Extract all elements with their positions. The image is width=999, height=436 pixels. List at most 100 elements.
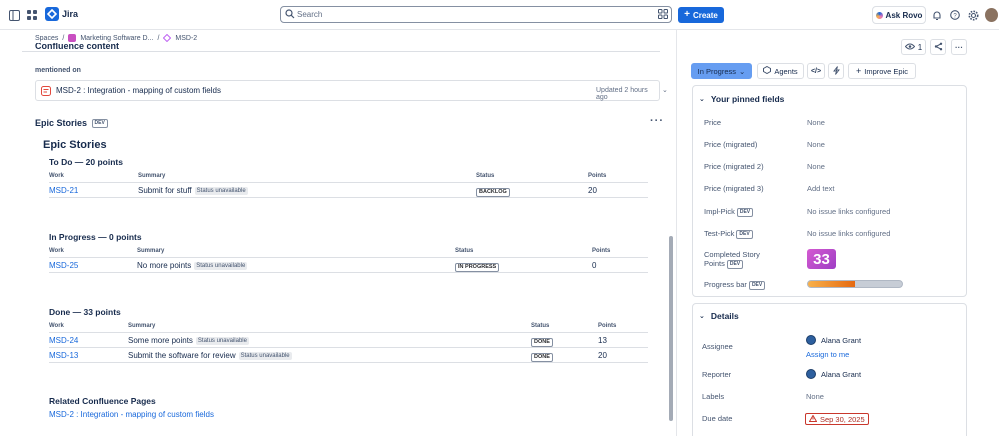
user-avatar[interactable] bbox=[985, 8, 998, 22]
share-button[interactable] bbox=[930, 39, 946, 55]
automation-button[interactable] bbox=[828, 63, 844, 79]
notifications-bell-icon[interactable] bbox=[930, 8, 944, 22]
related-page-link[interactable]: MSD-2 : Integration - mapping of custom … bbox=[49, 410, 214, 419]
assign-to-me-link[interactable]: Assign to me bbox=[806, 350, 849, 359]
avatar bbox=[806, 335, 816, 345]
column-header: Summary bbox=[138, 173, 166, 179]
status-unavailable-tag: Status unavailable bbox=[194, 186, 248, 195]
dev-badge: DEV bbox=[748, 280, 766, 290]
status-lozenge: IN PROGRESS bbox=[455, 263, 500, 272]
confluence-content-heading: Confluence content bbox=[35, 43, 120, 51]
due-date-value[interactable]: Sep 30, 2025 bbox=[805, 413, 869, 425]
points-cell: 20 bbox=[598, 351, 607, 360]
code-icon: </> bbox=[810, 67, 822, 75]
watch-button[interactable]: 1 bbox=[901, 39, 926, 55]
dev-badge: DEV bbox=[726, 259, 744, 269]
field-value-impl-pick[interactable]: No issue links configured bbox=[807, 207, 890, 216]
status-dropdown-button[interactable]: In Progress ⌄ bbox=[691, 63, 752, 79]
pinned-fields-header[interactable]: ⌄ Your pinned fields bbox=[699, 94, 784, 104]
points-cell: 0 bbox=[592, 261, 597, 270]
scrollbar[interactable] bbox=[669, 236, 673, 421]
column-header: Status bbox=[531, 323, 550, 329]
column-header: Points bbox=[598, 323, 617, 329]
field-value-price[interactable]: None bbox=[807, 118, 825, 127]
status-lozenge: DONE bbox=[531, 353, 553, 362]
confluence-page-icon bbox=[41, 86, 51, 96]
table-row: MSD-25 No more points Status unavailable … bbox=[49, 258, 648, 273]
mention-title[interactable]: MSD-2 : Integration - mapping of custom … bbox=[56, 86, 221, 95]
column-header: Points bbox=[592, 248, 611, 254]
field-label-impl-pick: Impl-Pick DEV bbox=[704, 207, 754, 217]
watch-count: 1 bbox=[917, 42, 923, 52]
group-title-in-progress: In Progress — 0 points bbox=[49, 232, 142, 242]
more-actions-button[interactable]: ··· bbox=[951, 39, 967, 55]
issue-summary: Submit for stuff Status unavailable bbox=[138, 186, 248, 195]
app-switcher-icon[interactable] bbox=[25, 8, 39, 22]
dev-badge: DEV bbox=[736, 207, 754, 217]
improve-epic-label: Improve Epic bbox=[864, 66, 909, 76]
jira-logo-icon[interactable] bbox=[45, 7, 59, 21]
issue-key-link[interactable]: MSD-13 bbox=[49, 351, 78, 360]
breadcrumb-issue[interactable]: MSD-2 bbox=[175, 35, 197, 42]
agents-icon bbox=[763, 65, 772, 76]
code-button[interactable]: </> bbox=[807, 63, 825, 79]
field-label-reporter: Reporter bbox=[702, 370, 732, 379]
issue-summary: Submit the software for review Status una… bbox=[128, 351, 292, 360]
epic-stories-title: Epic Stories bbox=[43, 139, 107, 151]
field-label-price-migrated-2: Price (migrated 2) bbox=[704, 162, 764, 171]
field-value-labels[interactable]: None bbox=[806, 392, 824, 401]
plus-icon: + bbox=[684, 9, 690, 20]
table-row: MSD-13 Submit the software for review Sta… bbox=[49, 348, 648, 363]
status-unavailable-tag: Status unavailable bbox=[194, 261, 248, 270]
sidebar-toggle-icon[interactable] bbox=[7, 8, 21, 22]
field-label-test-pick: Test-Pick DEV bbox=[704, 229, 753, 239]
settings-gear-icon[interactable] bbox=[966, 8, 980, 22]
assignee-value[interactable]: Alana Grant bbox=[806, 335, 861, 345]
chevron-down-icon: ⌄ bbox=[699, 313, 705, 320]
details-header[interactable]: ⌄ Details bbox=[699, 311, 739, 321]
issue-key-link[interactable]: MSD-25 bbox=[49, 261, 78, 270]
app-name[interactable]: Jira bbox=[62, 9, 78, 19]
search-input[interactable]: Search bbox=[280, 6, 672, 23]
column-header: Summary bbox=[128, 323, 156, 329]
agents-button[interactable]: Agents bbox=[757, 63, 804, 79]
ask-rovo-label: Ask Rovo bbox=[885, 10, 923, 20]
improve-epic-button[interactable]: + Improve Epic bbox=[848, 63, 916, 79]
status-lozenge: DONE bbox=[531, 338, 553, 347]
progress-bar bbox=[807, 280, 903, 288]
mention-link-card[interactable]: MSD-2 : Integration - mapping of custom … bbox=[35, 80, 668, 101]
issue-key-link[interactable]: MSD-24 bbox=[49, 336, 78, 345]
field-value-test-pick[interactable]: No issue links configured bbox=[807, 229, 890, 238]
status-label: In Progress bbox=[697, 66, 737, 76]
dev-badge: DEV bbox=[91, 119, 108, 129]
share-icon bbox=[934, 42, 943, 53]
agents-label: Agents bbox=[774, 66, 798, 76]
more-icon: ··· bbox=[955, 42, 963, 52]
create-label: Create bbox=[692, 10, 718, 20]
field-value-price-migrated-2[interactable]: None bbox=[807, 162, 825, 171]
field-label-completed-story-points: Completed Story Points DEV bbox=[704, 250, 760, 269]
search-icon bbox=[285, 9, 295, 21]
breadcrumb-project[interactable]: Marketing Software D... bbox=[80, 35, 153, 42]
search-filter-icon[interactable] bbox=[658, 9, 668, 21]
ask-rovo-button[interactable]: Ask Rovo bbox=[872, 6, 926, 24]
more-actions-icon[interactable]: ··· bbox=[650, 115, 664, 127]
field-value-price-migrated-3[interactable]: Add text bbox=[807, 184, 835, 193]
reporter-value[interactable]: Alana Grant bbox=[806, 369, 861, 379]
field-value-price-migrated[interactable]: None bbox=[807, 140, 825, 149]
chevron-down-icon[interactable]: ⌄ bbox=[662, 86, 668, 94]
plus-icon: + bbox=[855, 66, 862, 76]
table-row: MSD-24 Some more points Status unavailabl… bbox=[49, 333, 648, 348]
field-label-price-migrated-3: Price (migrated 3) bbox=[704, 184, 764, 193]
help-icon[interactable]: ? bbox=[948, 8, 962, 22]
issue-key-link[interactable]: MSD-21 bbox=[49, 186, 78, 195]
search-placeholder: Search bbox=[297, 10, 323, 19]
group-title-todo: To Do — 20 points bbox=[49, 157, 123, 167]
chevron-down-icon: ⌄ bbox=[739, 66, 746, 76]
points-cell: 13 bbox=[598, 336, 607, 345]
create-button[interactable]: + Create bbox=[678, 7, 724, 23]
breadcrumb-spaces[interactable]: Spaces bbox=[35, 35, 58, 42]
project-avatar-icon bbox=[68, 34, 77, 42]
mention-updated: Updated 2 hours ago bbox=[596, 87, 648, 101]
field-label-assignee: Assignee bbox=[702, 342, 733, 351]
